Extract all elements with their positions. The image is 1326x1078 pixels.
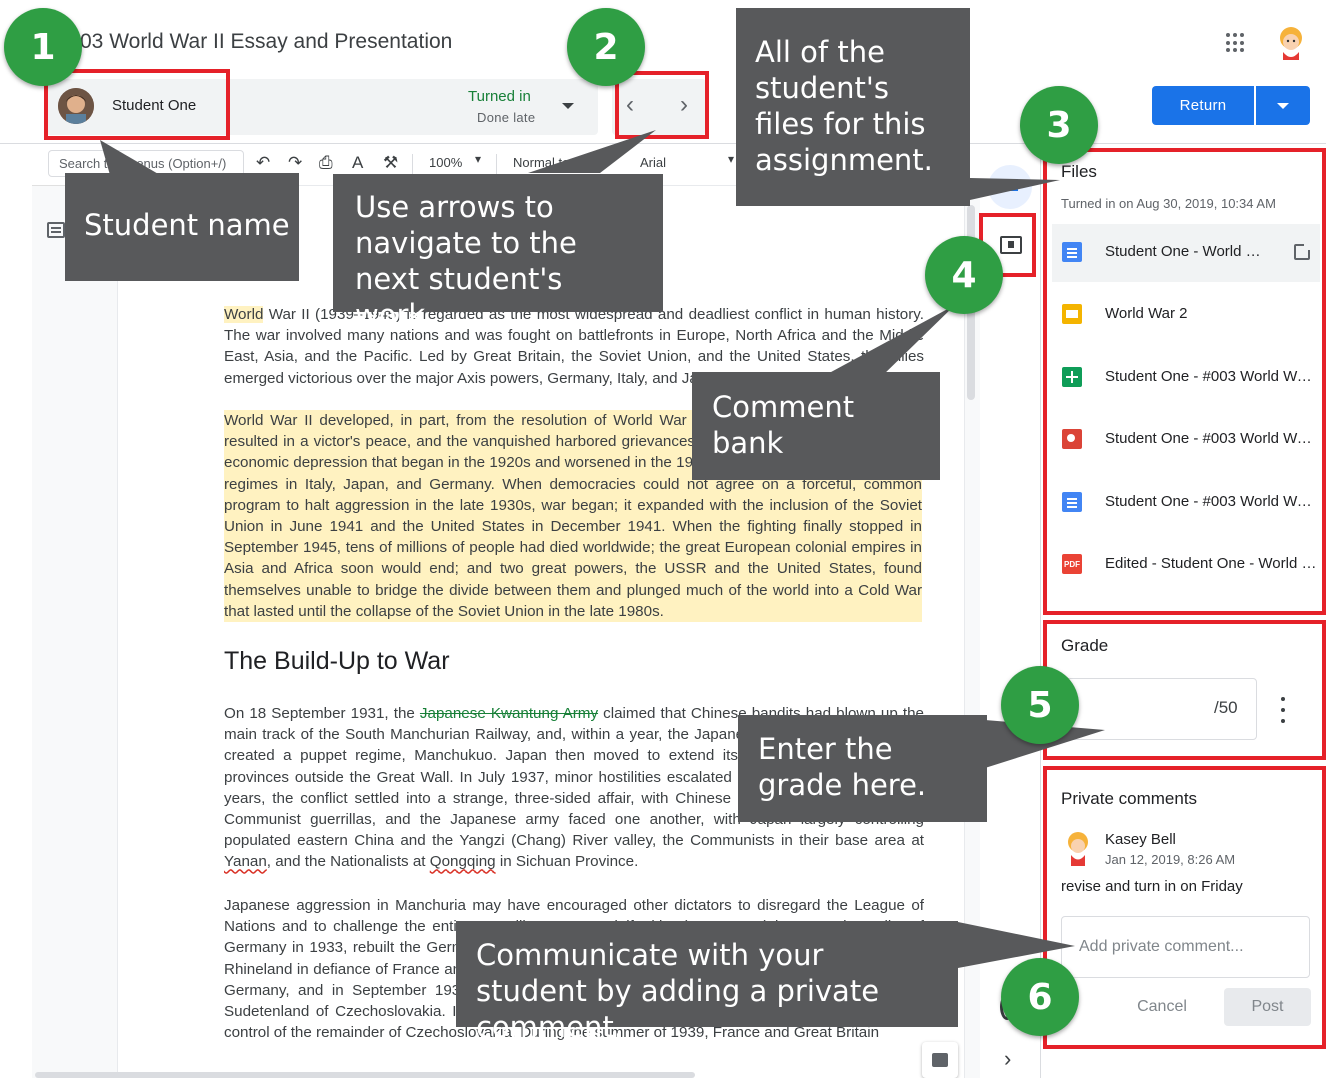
callout-private-comment: Communicate with your student by adding … <box>456 921 958 1044</box>
step-number: 5 <box>1001 666 1079 744</box>
step-number: 3 <box>1020 86 1098 164</box>
step-number: 2 <box>567 8 645 86</box>
callout-pointers <box>100 130 1105 968</box>
step-number: 4 <box>925 236 1003 314</box>
callout-student-name: Student name <box>65 173 299 281</box>
callout-grade: Enter the grade here. <box>738 715 987 822</box>
step-number: 6 <box>1001 958 1079 1036</box>
callout-comment-bank: Comment bank <box>692 372 940 480</box>
callout-arrows: Use arrows to navigate to the next stude… <box>333 174 663 332</box>
callout-files: All of the student's files for this assi… <box>736 8 970 206</box>
step-number: 1 <box>4 8 82 86</box>
